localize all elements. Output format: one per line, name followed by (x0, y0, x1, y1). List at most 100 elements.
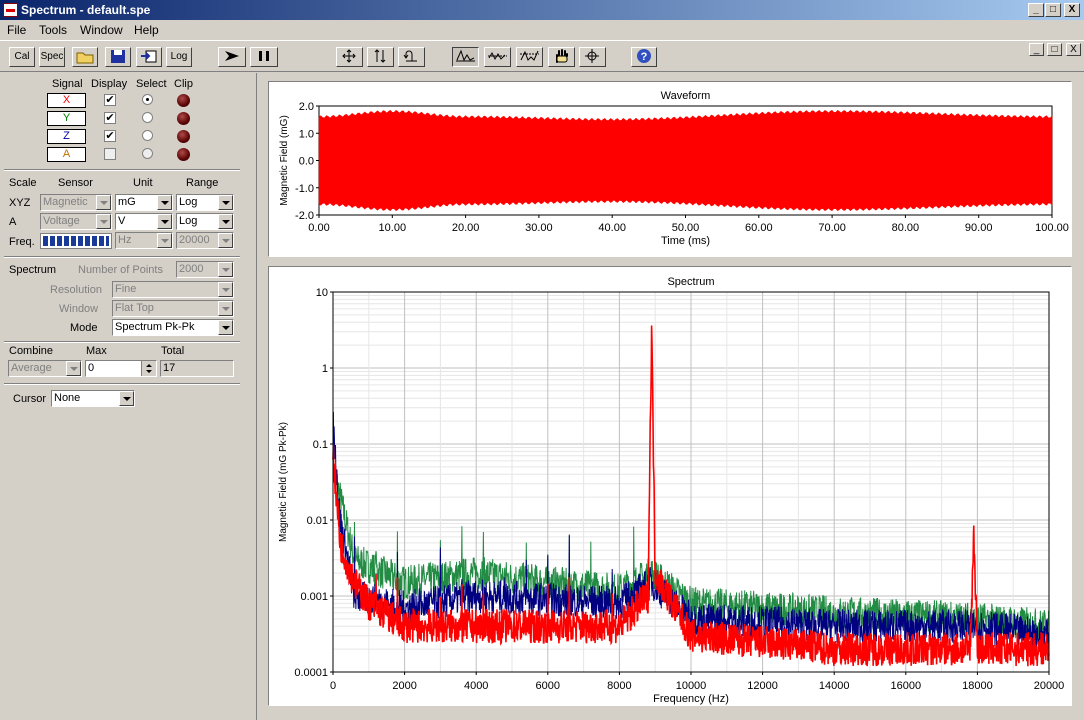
select-z-radio[interactable] (142, 130, 153, 141)
menu-file[interactable]: File (7, 23, 26, 37)
scale-header: Scale (9, 177, 37, 189)
a-sensor-value: Voltage (43, 215, 80, 227)
freq-range-select[interactable]: 20000 (176, 232, 234, 249)
menu-bar: File Tools Window Help _ □ X (0, 20, 1084, 56)
divider (4, 256, 240, 258)
x-tick-label: 10000 (676, 680, 707, 692)
x-tick-label: 2000 (392, 680, 416, 692)
display-x-checkbox[interactable]: ✔ (104, 94, 116, 106)
clip-a-indicator (177, 148, 190, 161)
crosshair-cursor-button[interactable] (579, 47, 606, 67)
waveform-title: Waveform (661, 90, 711, 102)
cursor-select[interactable]: None (51, 390, 135, 407)
open-file-button[interactable] (72, 47, 98, 67)
cal-button[interactable]: Cal (9, 47, 35, 67)
window-select[interactable]: Flat Top (112, 300, 234, 317)
a-unit-value: V (118, 215, 126, 227)
undo-zoom-button[interactable] (398, 47, 425, 67)
control-panel: Signal Display Select Clip X ✔ Y ✔ Z ✔ A… (0, 73, 244, 720)
menu-window[interactable]: Window (80, 23, 123, 37)
waveform-chart[interactable]: Waveform 2.0 1.0 0.0 -1.0 -2.00.00 10.00 20.00 3… (269, 82, 1071, 256)
average-mode-button[interactable] (484, 47, 511, 67)
display-z-checkbox[interactable]: ✔ (104, 130, 116, 142)
freq-range-value: 20000 (179, 234, 210, 246)
signal-a-label: A (47, 147, 86, 162)
resolution-label: Resolution (50, 284, 102, 296)
max-stepper[interactable]: 0 (85, 360, 157, 377)
y-tick-label: 0.0 (299, 156, 314, 168)
chevron-down-icon (157, 214, 172, 229)
minimize-button[interactable]: _ (1028, 3, 1044, 17)
resolution-select[interactable]: Fine (112, 281, 234, 298)
chevron-down-icon (66, 361, 81, 376)
run-button[interactable] (218, 47, 246, 67)
autoscale-y-button[interactable] (367, 47, 394, 67)
x-tick-label: 40.00 (598, 222, 626, 234)
help-button[interactable]: ? (631, 47, 657, 67)
threshold-mode-button[interactable] (516, 47, 543, 67)
x-tick-label: 60.00 (745, 222, 773, 234)
xyz-range-select[interactable]: Log (176, 194, 234, 211)
combine-select[interactable]: Average (8, 360, 82, 377)
total-label: Total (161, 345, 185, 357)
close-button[interactable]: X (1064, 3, 1080, 17)
pan-button[interactable] (548, 47, 575, 67)
spectrum-chart[interactable]: Spectrum 10 1 0.1 0.01 0.001 0.00010 2000 4000 60… (269, 267, 1071, 705)
chevron-down-icon (218, 301, 233, 316)
autoscale-xy-button[interactable] (336, 47, 363, 67)
select-a-radio[interactable] (142, 148, 153, 159)
freq-unit-select[interactable]: Hz (115, 232, 173, 249)
log-button[interactable]: Log (166, 47, 192, 67)
waveform-peak-icon (456, 49, 475, 62)
menu-help[interactable]: Help (134, 23, 159, 37)
xyz-sensor-select[interactable]: Magnetic (40, 194, 112, 211)
y-tick-label: 10 (316, 287, 328, 299)
window-label: Window (59, 303, 99, 315)
clip-header: Clip (174, 78, 193, 90)
waveform-average-icon (488, 51, 507, 61)
y-tick-label: 1.0 (299, 128, 314, 140)
mode-label: Mode (70, 322, 98, 334)
menu-tools[interactable]: Tools (39, 23, 67, 37)
select-y-radio[interactable] (142, 112, 153, 123)
xyz-unit-select[interactable]: mG (115, 194, 173, 211)
cursor-label: Cursor (13, 393, 47, 405)
chevron-down-icon (157, 233, 172, 248)
clip-x-indicator (177, 94, 190, 107)
folder-icon (76, 52, 94, 64)
undo-icon (403, 50, 417, 62)
combine-label: Combine (9, 345, 54, 357)
display-a-checkbox[interactable] (104, 148, 116, 160)
pause-button[interactable] (250, 47, 278, 67)
x-tick-label: 12000 (747, 680, 778, 692)
chevron-down-icon (218, 214, 233, 229)
floppy-disk-icon (111, 50, 125, 63)
points-select[interactable]: 2000 (176, 261, 234, 278)
peak-mode-button[interactable] (452, 47, 479, 67)
display-y-checkbox[interactable]: ✔ (104, 112, 116, 124)
save-button[interactable] (105, 47, 131, 67)
divider (4, 341, 240, 343)
signal-z-label: Z (47, 129, 86, 144)
import-icon (141, 50, 157, 63)
maximize-button[interactable]: □ (1045, 3, 1061, 17)
clip-y-indicator (177, 112, 190, 125)
stepper-arrows-icon[interactable] (141, 361, 156, 376)
y-tick-label: -2.0 (295, 210, 314, 222)
a-range-select[interactable]: Log (176, 213, 234, 230)
a-unit-select[interactable]: V (115, 213, 173, 230)
y-tick-label: -1.0 (295, 183, 314, 195)
x-tick-label: 70.00 (818, 222, 846, 234)
freq-level-bar (40, 233, 112, 249)
spectrum-x-axis-label: Frequency (Hz) (653, 693, 729, 705)
spec-button[interactable]: Spec (39, 47, 65, 67)
import-button[interactable] (136, 47, 162, 67)
select-x-radio[interactable] (142, 94, 153, 105)
waveform-panel: Waveform 2.0 1.0 0.0 -1.0 -2.0 0.00 10.00 20.00 3… (268, 81, 1072, 257)
combine-value: Average (11, 362, 52, 374)
divider (4, 169, 240, 171)
spectrum-section-label: Spectrum (9, 264, 57, 276)
a-sensor-select[interactable]: Voltage (40, 213, 112, 230)
mode-select[interactable]: Spectrum Pk-Pk (112, 319, 234, 336)
mode-value: Spectrum Pk-Pk (115, 321, 195, 333)
